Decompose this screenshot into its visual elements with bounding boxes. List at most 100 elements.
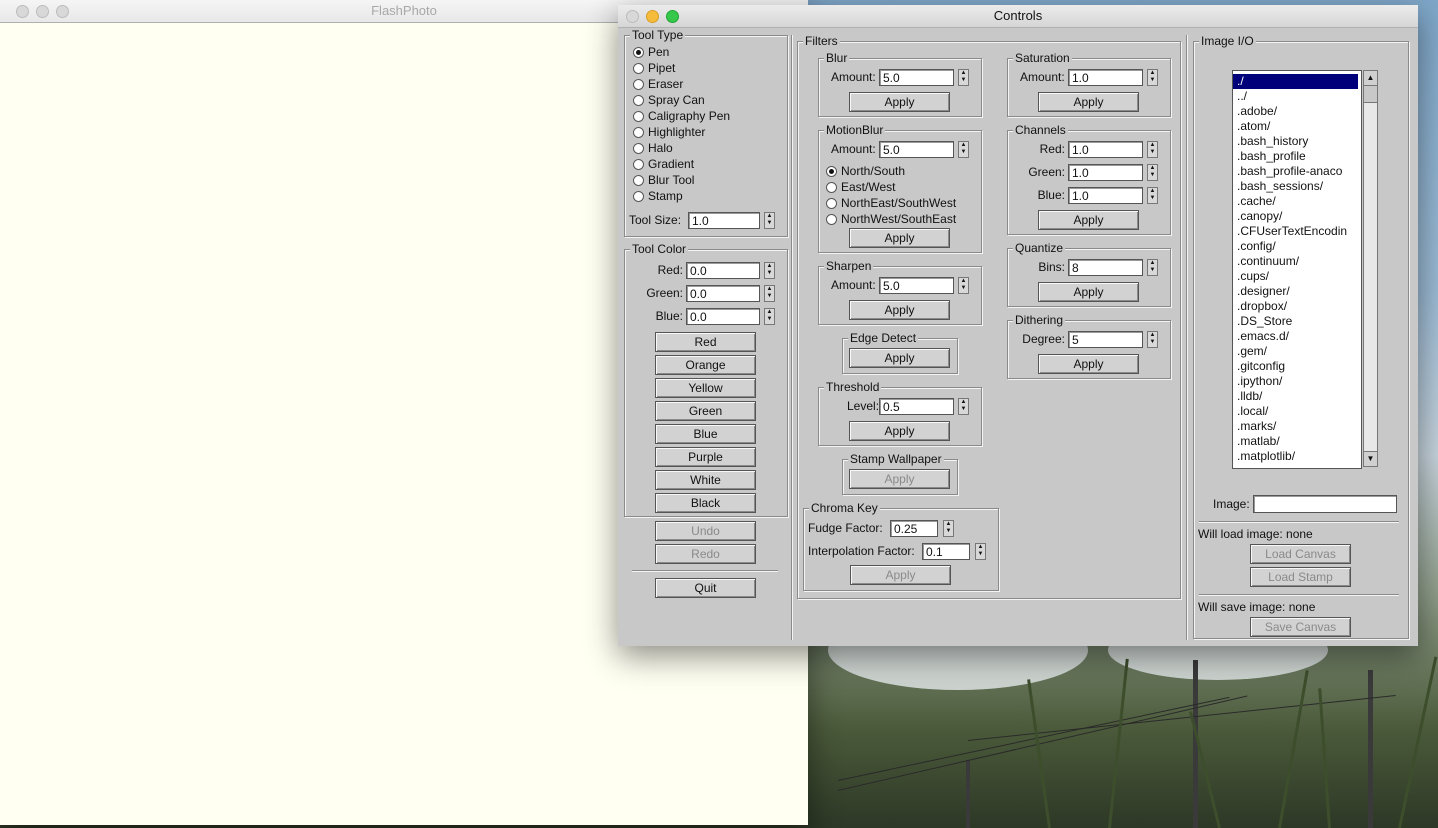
tool-size-input[interactable]: 1.0 — [688, 212, 760, 229]
load-canvas-button[interactable]: Load Canvas — [1250, 544, 1351, 564]
file-list-item[interactable]: .cups/ — [1233, 269, 1361, 284]
tool-option-label[interactable]: Pen — [648, 45, 669, 60]
tool-option-label[interactable]: Stamp — [648, 189, 683, 204]
file-list-item[interactable]: .bash_sessions/ — [1233, 179, 1361, 194]
file-list-item[interactable]: .gitconfig — [1233, 359, 1361, 374]
file-list-item[interactable]: .continuum/ — [1233, 254, 1361, 269]
channel-red-stepper[interactable]: ▲ ▼ — [1147, 141, 1158, 158]
tool-radio[interactable] — [633, 63, 644, 74]
tool-option-label[interactable]: Halo — [648, 141, 673, 156]
save-canvas-button[interactable]: Save Canvas — [1250, 617, 1351, 637]
tool-radio[interactable] — [633, 159, 644, 170]
blur-amount-stepper[interactable]: ▲ ▼ — [958, 69, 969, 86]
file-list-item[interactable]: .matlab/ — [1233, 434, 1361, 449]
load-stamp-button[interactable]: Load Stamp — [1250, 567, 1351, 587]
tool-option-label[interactable]: Highlighter — [648, 125, 705, 140]
file-list-item[interactable]: .adobe/ — [1233, 104, 1361, 119]
image-filename-input[interactable] — [1253, 495, 1397, 513]
tool-option-label[interactable]: Blur Tool — [648, 173, 694, 188]
file-list-item[interactable]: .designer/ — [1233, 284, 1361, 299]
file-list-item[interactable]: .bash_profile — [1233, 149, 1361, 164]
quit-button[interactable]: Quit — [655, 578, 756, 598]
color-preset-button[interactable]: Black — [655, 493, 756, 513]
tool-size-stepper[interactable]: ▲ ▼ — [764, 212, 775, 229]
threshold-level-stepper[interactable]: ▲ ▼ — [958, 398, 969, 415]
dithering-apply-button[interactable]: Apply — [1038, 354, 1139, 374]
color-preset-button[interactable]: White — [655, 470, 756, 490]
file-list-item[interactable]: ../ — [1233, 89, 1361, 104]
file-list[interactable]: ./../.adobe/.atom/.bash_history .bash_pro… — [1232, 70, 1362, 469]
fudge-factor-stepper[interactable]: ▲ ▼ — [943, 520, 954, 537]
tool-radio[interactable] — [633, 175, 644, 186]
channel-green-stepper[interactable]: ▲ ▼ — [1147, 164, 1158, 181]
direction-radio[interactable] — [826, 214, 837, 225]
file-list-item[interactable]: .matplotlib/ — [1233, 449, 1361, 464]
saturation-apply-button[interactable]: Apply — [1038, 92, 1139, 112]
stamp-wallpaper-apply-button[interactable]: Apply — [849, 469, 950, 489]
color-preset-button[interactable]: Green — [655, 401, 756, 421]
blur-apply-button[interactable]: Apply — [849, 92, 950, 112]
tool-option-label[interactable]: Spray Can — [648, 93, 705, 108]
direction-label[interactable]: North/South — [841, 164, 905, 179]
dithering-degree-stepper[interactable]: ▲ ▼ — [1147, 331, 1158, 348]
direction-label[interactable]: East/West — [841, 180, 895, 195]
quantize-bins-input[interactable]: 8 — [1068, 259, 1143, 276]
file-list-item[interactable]: .DS_Store — [1233, 314, 1361, 329]
controls-titlebar[interactable]: Controls — [618, 5, 1418, 28]
file-list-item[interactable]: .marks/ — [1233, 419, 1361, 434]
color-preset-button[interactable]: Orange — [655, 355, 756, 375]
interpolation-factor-input[interactable]: 0.1 — [922, 543, 970, 560]
color-preset-button[interactable]: Purple — [655, 447, 756, 467]
tool-option-label[interactable]: Pipet — [648, 61, 675, 76]
direction-radio[interactable] — [826, 166, 837, 177]
edge-detect-apply-button[interactable]: Apply — [849, 348, 950, 368]
blue-stepper[interactable]: ▲ ▼ — [764, 308, 775, 325]
scrollbar-thumb[interactable] — [1364, 86, 1377, 103]
tool-radio[interactable] — [633, 47, 644, 58]
file-list-item[interactable]: .ipython/ — [1233, 374, 1361, 389]
file-list-item[interactable]: .gem/ — [1233, 344, 1361, 359]
file-list-item[interactable]: .canopy/ — [1233, 209, 1361, 224]
file-list-item[interactable]: .atom/ — [1233, 119, 1361, 134]
quantize-apply-button[interactable]: Apply — [1038, 282, 1139, 302]
threshold-level-input[interactable]: 0.5 — [879, 398, 954, 415]
quantize-bins-stepper[interactable]: ▲ ▼ — [1147, 259, 1158, 276]
saturation-amount-stepper[interactable]: ▲ ▼ — [1147, 69, 1158, 86]
tool-radio[interactable] — [633, 127, 644, 138]
channel-red-input[interactable]: 1.0 — [1068, 141, 1143, 158]
interpolation-factor-stepper[interactable]: ▲ ▼ — [975, 543, 986, 560]
scroll-down-icon[interactable]: ▼ — [1364, 451, 1377, 466]
file-list-item[interactable]: .dropbox/ — [1233, 299, 1361, 314]
sharpen-amount-input[interactable]: 5.0 — [879, 277, 954, 294]
channel-green-input[interactable]: 1.0 — [1068, 164, 1143, 181]
dithering-degree-input[interactable]: 5 — [1068, 331, 1143, 348]
channel-blue-input[interactable]: 1.0 — [1068, 187, 1143, 204]
file-list-item[interactable]: ./ — [1233, 74, 1358, 89]
direction-label[interactable]: NorthWest/SouthEast — [841, 212, 956, 227]
red-input[interactable]: 0.0 — [686, 262, 760, 279]
scroll-up-icon[interactable]: ▲ — [1364, 71, 1377, 86]
direction-radio[interactable] — [826, 198, 837, 209]
saturation-amount-input[interactable]: 1.0 — [1068, 69, 1143, 86]
blur-amount-input[interactable]: 5.0 — [879, 69, 954, 86]
fudge-factor-input[interactable]: 0.25 — [890, 520, 938, 537]
motion-blur-amount-stepper[interactable]: ▲ ▼ — [958, 141, 969, 158]
motion-blur-amount-input[interactable]: 5.0 — [879, 141, 954, 158]
channels-apply-button[interactable]: Apply — [1038, 210, 1139, 230]
file-list-item[interactable]: .bash_history — [1233, 134, 1361, 149]
green-stepper[interactable]: ▲ ▼ — [764, 285, 775, 302]
direction-label[interactable]: NorthEast/SouthWest — [841, 196, 956, 211]
green-input[interactable]: 0.0 — [686, 285, 760, 302]
file-list-item[interactable]: .CFUserTextEncodin — [1233, 224, 1361, 239]
tool-radio[interactable] — [633, 191, 644, 202]
sharpen-amount-stepper[interactable]: ▲ ▼ — [958, 277, 969, 294]
tool-option-label[interactable]: Caligraphy Pen — [648, 109, 730, 124]
red-stepper[interactable]: ▲ ▼ — [764, 262, 775, 279]
threshold-apply-button[interactable]: Apply — [849, 421, 950, 441]
undo-button[interactable]: Undo — [655, 521, 756, 541]
tool-radio[interactable] — [633, 111, 644, 122]
file-list-scrollbar[interactable]: ▲ ▼ — [1363, 70, 1378, 467]
direction-radio[interactable] — [826, 182, 837, 193]
tool-radio[interactable] — [633, 79, 644, 90]
color-preset-button[interactable]: Blue — [655, 424, 756, 444]
